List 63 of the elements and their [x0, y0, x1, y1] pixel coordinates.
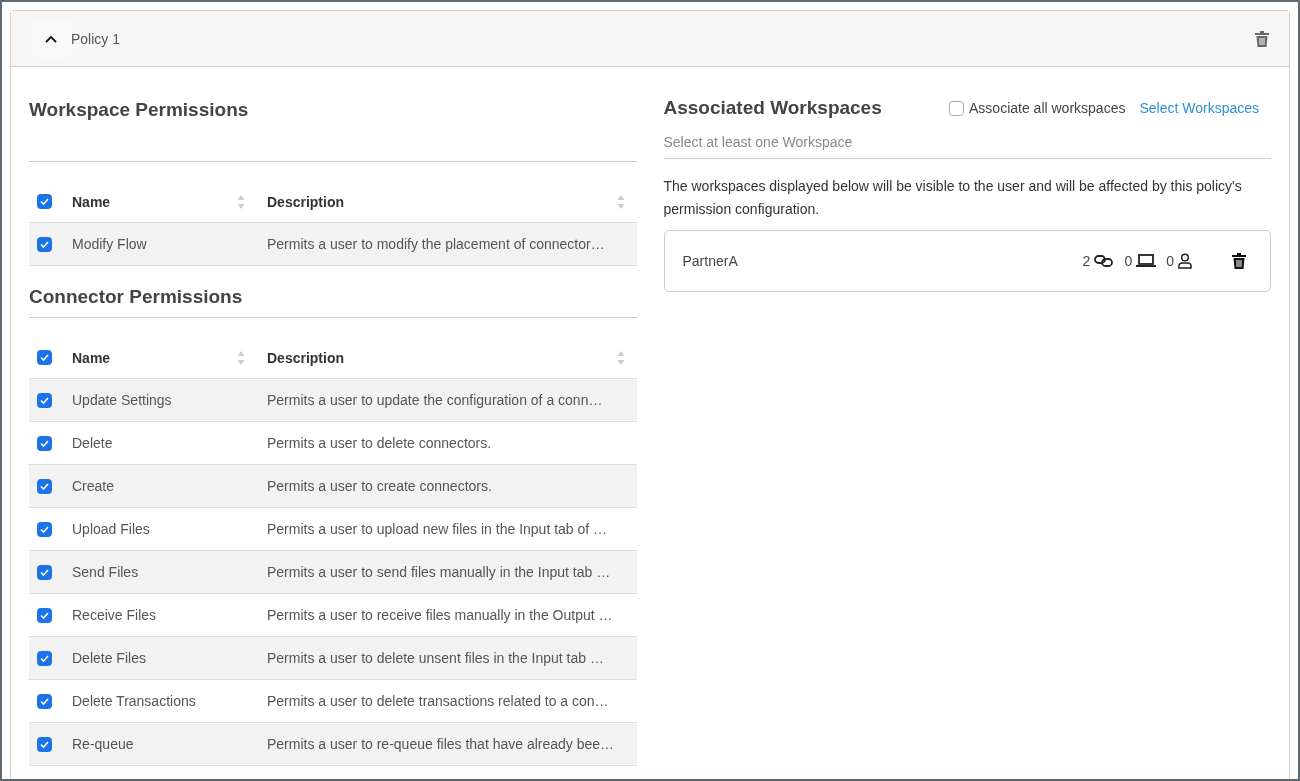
chevron-icon — [44, 33, 58, 44]
permission-description: Permits a user to delete unsent files in the Input tab … — [267, 650, 605, 666]
select-workspaces-link[interactable]: Select Workspaces — [1139, 100, 1259, 116]
table-row[interactable]: Re-queue Permits a user to re-queue files that have already bee… — [29, 723, 637, 766]
hint-text: Select at least one Workspace — [663, 119, 1271, 159]
permission-name: Delete Transactions — [72, 693, 197, 709]
laptop-icon — [1136, 254, 1157, 268]
user-count: 0 — [1166, 253, 1174, 269]
permission-name: Delete Files — [72, 650, 147, 666]
workspace-name: PartnerA — [682, 253, 739, 269]
permission-name: Send Files — [72, 564, 140, 580]
section-title: Connector Permissions — [29, 266, 637, 318]
permission-name: Create — [72, 478, 116, 494]
permission-description: Permits a user to modify the placement of connector… — [267, 236, 606, 252]
device-count: 0 — [1124, 253, 1133, 269]
permission-name: Upload Files — [72, 521, 151, 537]
row-checkbox[interactable] — [37, 392, 52, 408]
link-icon — [1094, 254, 1115, 268]
table-row[interactable]: Create Permits a user to create connectors. — [29, 465, 637, 508]
associate-all-checkbox[interactable] — [949, 100, 964, 116]
permission-name: Delete — [72, 435, 114, 451]
info-text: The workspaces displayed below will be visible to the user and will be affected by this policy's permission configuration. — [663, 177, 1243, 219]
permission-description: Permits a user to update the configuration of a conn… — [267, 392, 604, 408]
permission-name: Modify Flow — [72, 236, 148, 252]
trash-icon — [1255, 30, 1269, 47]
row-checkbox[interactable] — [37, 736, 52, 752]
section-title: Associated Workspaces — [663, 97, 883, 119]
user-icon — [1178, 253, 1192, 269]
connection-count: 2 — [1082, 253, 1091, 269]
permission-description: Permits a user to delete connectors. — [267, 435, 493, 451]
permission-name: Update Settings — [72, 392, 173, 408]
table-row[interactable]: Send Files Permits a user to send files manually in the Input tab … — [29, 551, 637, 594]
select-all-checkbox[interactable] — [37, 350, 52, 365]
row-checkbox[interactable] — [37, 236, 52, 252]
permission-description: Permits a user to re-queue files that have already bee… — [267, 736, 616, 752]
table-row[interactable]: Modify Flow Permits a user to modify the placement of connector… — [29, 223, 637, 266]
column-header[interactable]: Description — [267, 349, 617, 366]
row-checkbox[interactable] — [37, 521, 52, 537]
row-checkbox[interactable] — [37, 564, 52, 580]
trash-icon — [1232, 253, 1246, 269]
column-header[interactable]: Name — [72, 193, 237, 210]
column-header[interactable]: Name — [72, 349, 237, 366]
select-all-checkbox[interactable] — [37, 194, 52, 209]
policy-title: Policy 1 — [71, 30, 122, 47]
column-header[interactable]: Description — [267, 193, 617, 210]
remove-workspace-button[interactable] — [1232, 253, 1246, 269]
permission-description: Permits a user to receive files manually in the Output … — [267, 607, 614, 623]
table-row[interactable]: Delete Files Permits a user to delete unsent files in the Input tab … — [29, 637, 637, 680]
permission-description: Permits a user to send files manually in the Input tab … — [267, 564, 612, 580]
row-checkbox[interactable] — [37, 435, 52, 451]
row-checkbox[interactable] — [37, 693, 52, 709]
permission-description: Permits a user to create connectors. — [267, 478, 493, 494]
table-row[interactable]: Update Settings Permits a user to update the configuration of a conn… — [29, 379, 637, 422]
permission-name: Re-queue — [72, 736, 135, 752]
row-checkbox[interactable] — [37, 478, 52, 494]
row-checkbox[interactable] — [37, 650, 52, 666]
checkbox-label: Associate all workspaces — [969, 100, 1126, 116]
row-checkbox[interactable] — [37, 607, 52, 623]
permission-description: Permits a user to upload new files in the Input tab of … — [267, 521, 609, 537]
permission-description: Permits a user to delete transactions related to a con… — [267, 693, 610, 709]
permission-name: Receive Files — [72, 607, 158, 623]
section-title: Workspace Permissions — [29, 67, 637, 162]
delete-button[interactable] — [1255, 30, 1269, 47]
